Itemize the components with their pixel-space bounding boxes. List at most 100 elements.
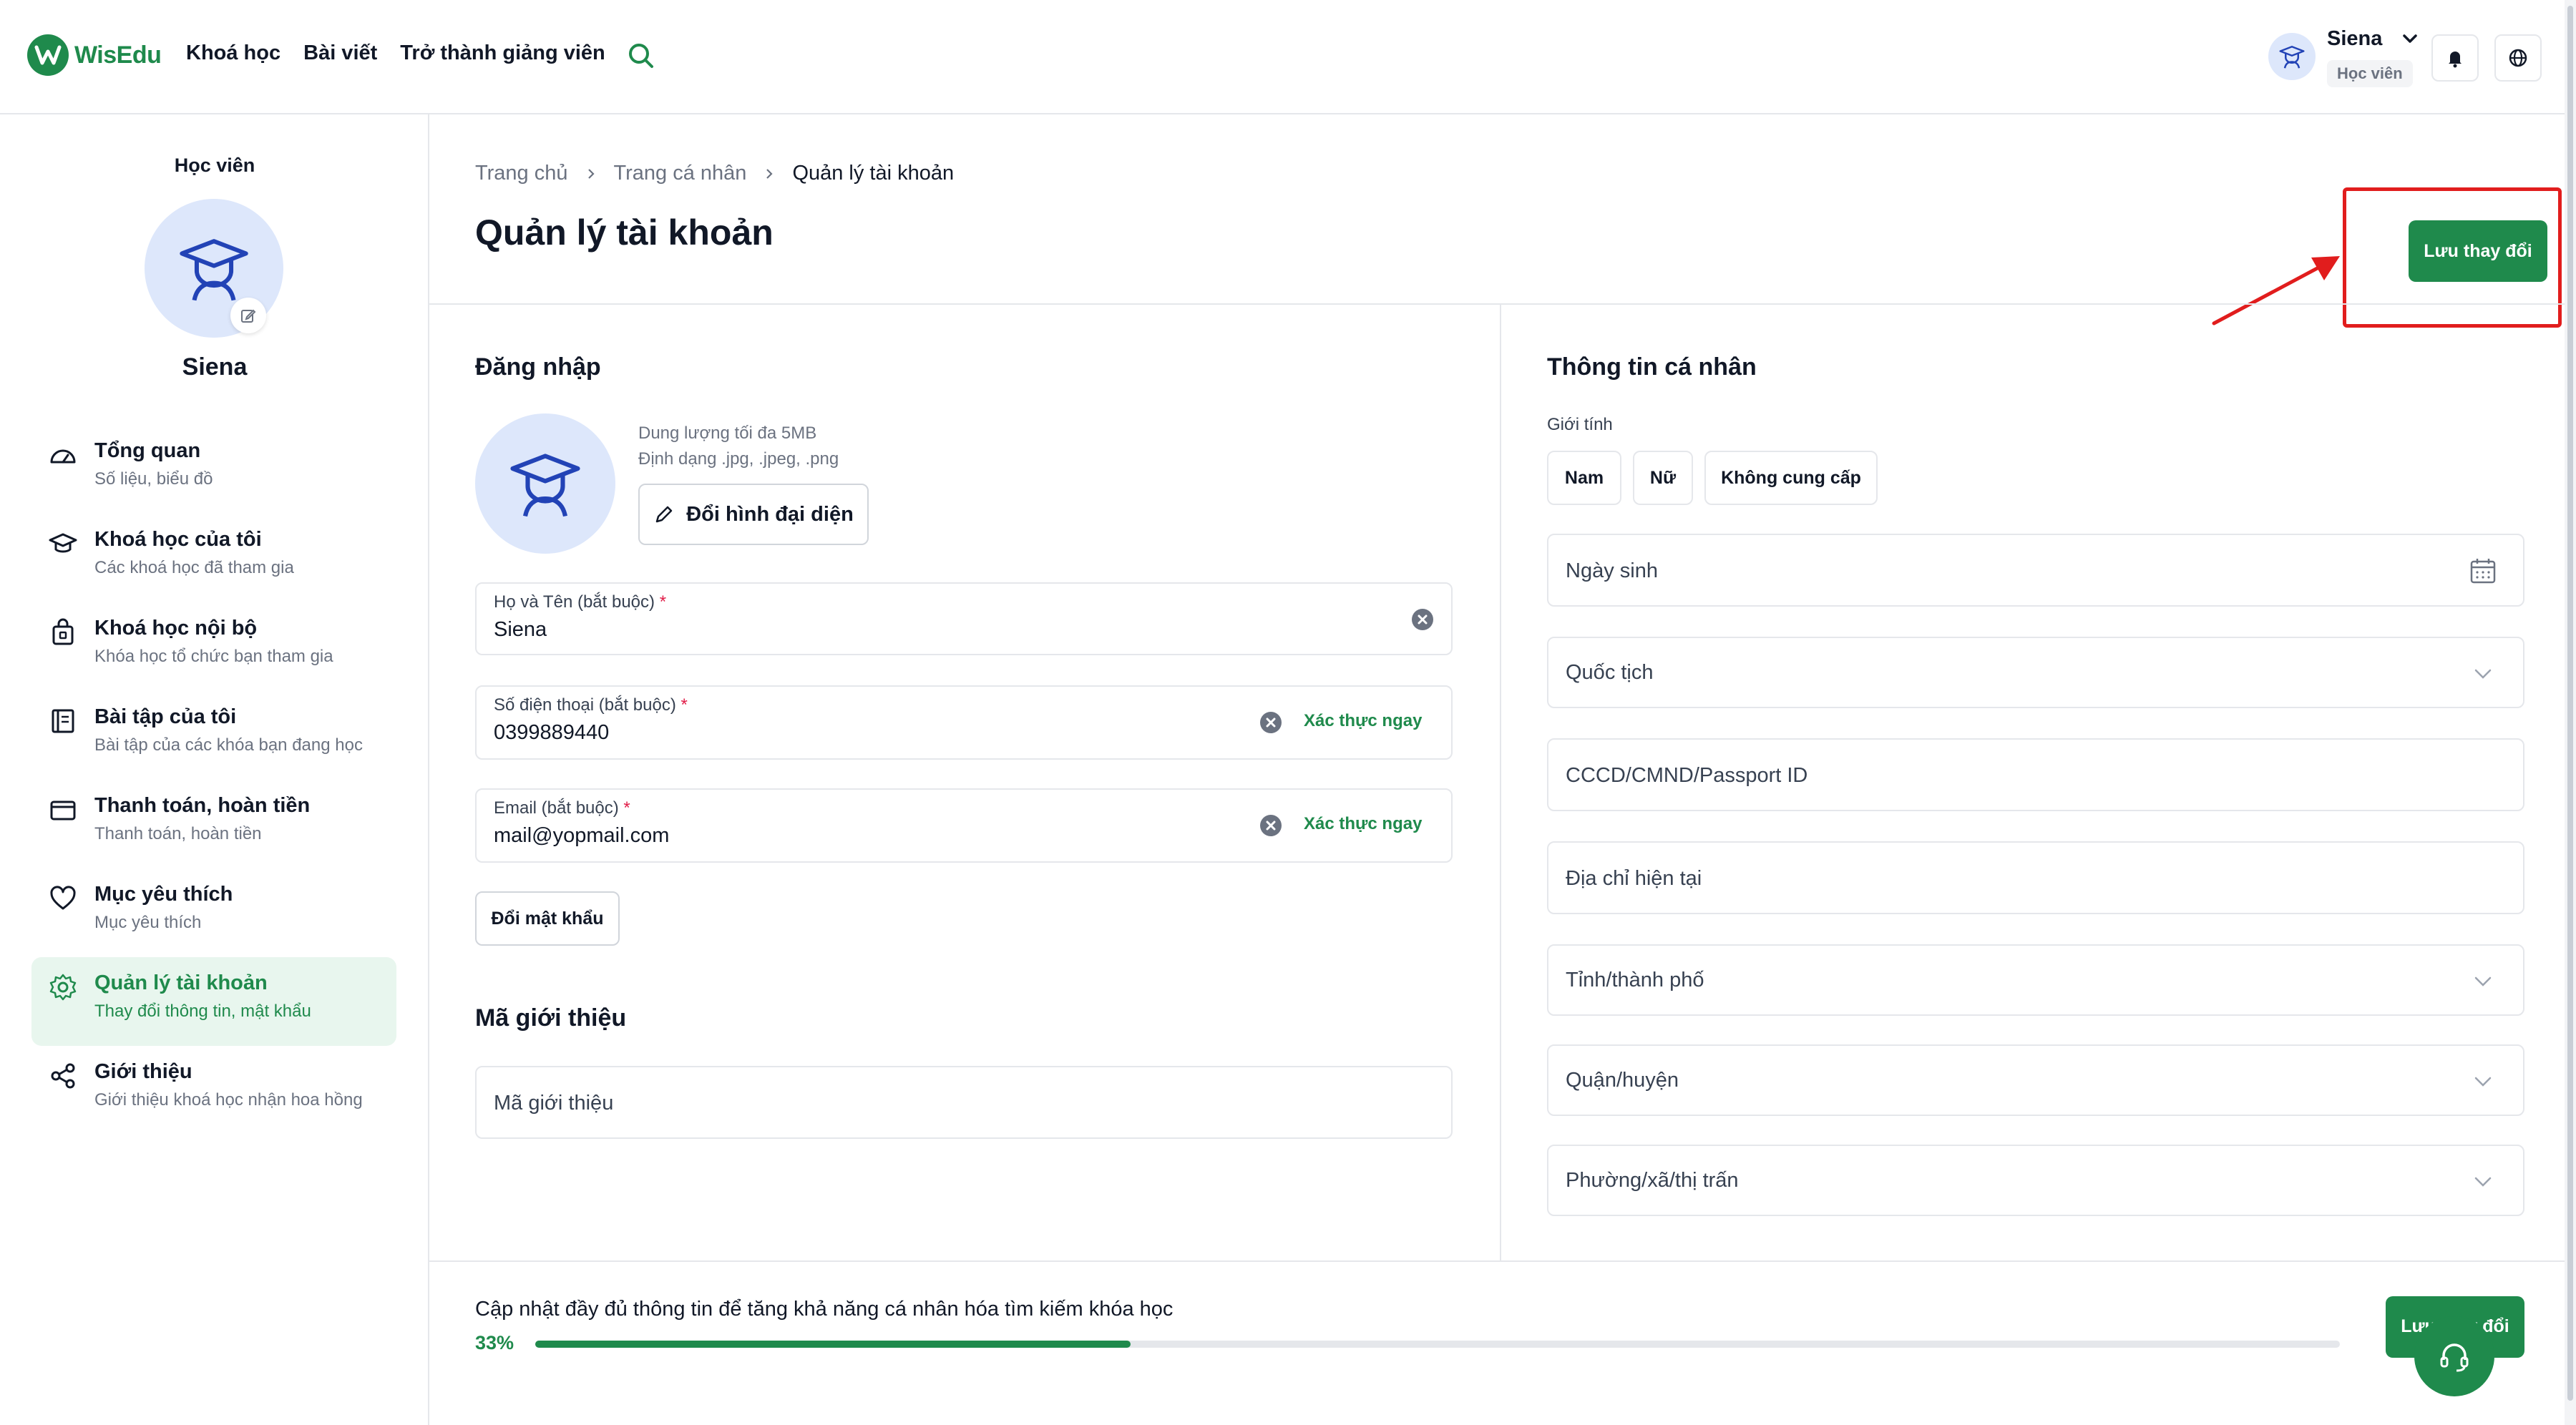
user-name[interactable]: Siena (2327, 27, 2382, 51)
breadcrumb-current: Quản lý tài khoản (792, 162, 955, 185)
chevron-right-icon (766, 168, 773, 179)
sidebar-item-title: Giới thiệu (94, 1060, 192, 1083)
sidebar-item-title: Mục yêu thích (94, 883, 233, 906)
user-role-badge: Học viên (2327, 60, 2413, 87)
email-value: mail@yopmail.com (494, 824, 670, 847)
change-password-button[interactable]: Đổi mật khẩu (475, 891, 620, 946)
clear-icon[interactable] (1259, 814, 1282, 837)
sidebar-item-title: Quản lý tài khoản (94, 971, 268, 994)
dashboard-icon (50, 449, 76, 464)
lock-bag-icon (52, 618, 74, 645)
district-placeholder: Quận/huyện (1566, 1069, 1679, 1092)
verify-phone-link[interactable]: Xác thực ngay (1304, 711, 1422, 731)
wallet-icon (50, 800, 76, 821)
sidebar-item-title: Bài tập của tôi (94, 705, 237, 728)
page-title: Quản lý tài khoản (475, 212, 774, 253)
breadcrumb: Trang chủ Trang cá nhân Quản lý tài khoả… (475, 162, 954, 185)
nav-courses[interactable]: Khoá học (186, 41, 280, 65)
bell-icon (2449, 52, 2462, 68)
change-avatar-label: Đổi hình đại diện (686, 502, 854, 526)
top-nav: Khoá học Bài viết Trở thành giảng viên (186, 41, 605, 65)
sidebar-item-my-assignments[interactable]: Bài tập của tôi Bài tập của các khóa bạn… (31, 691, 396, 780)
upload-size-hint: Dung lượng tối đa 5MB (638, 423, 817, 443)
sidebar: Học viên Siena Tổng quan Số liệu, biểu đ… (0, 114, 429, 1425)
sidebar-item-internal-courses[interactable]: Khoá học nội bộ Khóa học tổ chức bạn tha… (31, 602, 396, 691)
email-field[interactable]: Email (bắt buộc) * mail@yopmail.com Xác … (475, 788, 1453, 863)
ward-select[interactable]: Phường/xã/thị trấn (1547, 1145, 2524, 1216)
user-avatar[interactable] (2268, 33, 2316, 80)
sidebar-item-referral[interactable]: Giới thiệu Giới thiệu khoá học nhận hoa … (31, 1046, 396, 1135)
progress-fill (535, 1341, 1131, 1348)
headset-icon (2440, 1343, 2469, 1372)
calendar-icon[interactable] (2469, 557, 2497, 585)
support-chat-button[interactable] (2414, 1316, 2494, 1396)
clear-icon[interactable] (1259, 711, 1282, 734)
nav-articles[interactable]: Bài viết (303, 41, 377, 65)
address-input[interactable]: Địa chỉ hiện tại (1547, 841, 2524, 914)
id-number-placeholder: CCCD/CMND/Passport ID (1566, 764, 1808, 787)
sidebar-item-title: Khoá học của tôi (94, 528, 262, 551)
brand-logo[interactable]: WisEdu (27, 34, 162, 76)
nationality-select[interactable]: Quốc tịch (1547, 637, 2524, 708)
search-icon[interactable] (625, 40, 657, 72)
chevron-down-icon (2474, 1177, 2492, 1187)
login-section-title: Đăng nhập (475, 353, 601, 381)
gender-option-male[interactable]: Nam (1547, 451, 1621, 505)
verify-email-link[interactable]: Xác thực ngay (1304, 814, 1422, 834)
share-icon (51, 1063, 75, 1089)
footer-divider (429, 1260, 2576, 1262)
breadcrumb-home[interactable]: Trang chủ (475, 162, 568, 185)
edit-avatar-icon[interactable] (230, 298, 266, 333)
sidebar-item-my-courses[interactable]: Khoá học của tôi Các khoá học đã tham gi… (31, 514, 396, 602)
sidebar-name: Siena (182, 353, 248, 381)
sidebar-item-overview[interactable]: Tổng quan Số liệu, biểu đồ (31, 425, 396, 514)
brand-name: WisEdu (74, 41, 162, 69)
graduation-cap-icon (49, 533, 77, 553)
chevron-down-icon[interactable] (2400, 29, 2420, 49)
gender-label: Giới tính (1547, 415, 1613, 434)
notebook-icon (52, 709, 74, 733)
district-select[interactable]: Quận/huyện (1547, 1044, 2524, 1116)
province-placeholder: Tỉnh/thành phố (1566, 969, 1704, 991)
gender-option-female[interactable]: Nữ (1633, 451, 1693, 505)
clear-icon[interactable] (1411, 608, 1434, 631)
nav-become-instructor[interactable]: Trở thành giảng viên (400, 41, 605, 65)
sidebar-item-subtitle: Số liệu, biểu đồ (94, 469, 213, 489)
breadcrumb-profile[interactable]: Trang cá nhân (614, 162, 747, 185)
change-avatar-button[interactable]: Đổi hình đại diện (638, 484, 869, 545)
language-button[interactable] (2494, 34, 2542, 82)
referral-section-title: Mã giới thiệu (475, 1004, 627, 1032)
pencil-icon (655, 506, 673, 523)
progress-percent: 33% (475, 1332, 514, 1353)
sidebar-item-subtitle: Khóa học tổ chức bạn tham gia (94, 647, 333, 666)
ward-placeholder: Phường/xã/thị trấn (1566, 1169, 1739, 1192)
sidebar-item-subtitle: Các khoá học đã tham gia (94, 558, 294, 577)
student-icon (180, 239, 248, 301)
notification-button[interactable] (2431, 34, 2479, 82)
address-placeholder: Địa chỉ hiện tại (1566, 867, 1702, 890)
globe-icon (2509, 49, 2527, 67)
annotation-arrow (2212, 256, 2340, 325)
student-icon (510, 454, 580, 517)
sidebar-item-title: Tổng quan (94, 439, 201, 462)
sidebar-item-payments[interactable]: Thanh toán, hoàn tiền Thanh toán, hoàn t… (31, 780, 396, 868)
chevron-right-icon (587, 168, 595, 179)
sidebar-item-subtitle: Thay đổi thông tin, mật khẩu (94, 1002, 311, 1021)
sidebar-item-subtitle: Thanh toán, hoàn tiền (94, 824, 262, 843)
province-select[interactable]: Tỉnh/thành phố (1547, 944, 2524, 1016)
upload-format-hint: Định dạng .jpg, .jpeg, .png (638, 449, 839, 469)
progress-message: Cập nhật đầy đủ thông tin để tăng khả nă… (475, 1298, 1174, 1321)
referral-code-input[interactable]: Mã giới thiệu (475, 1066, 1453, 1139)
sidebar-item-account-settings[interactable]: Quản lý tài khoản Thay đổi thông tin, mậ… (31, 957, 396, 1046)
heart-icon (50, 886, 76, 910)
phone-field[interactable]: Số điện thoại (bắt buộc) * 0399889440 Xá… (475, 685, 1453, 760)
birthday-input[interactable]: Ngày sinh (1547, 534, 2524, 607)
full-name-value: Siena (494, 618, 547, 641)
gender-option-unspecified[interactable]: Không cung cấp (1704, 451, 1878, 505)
scrollbar-thumb[interactable] (2567, 6, 2573, 1401)
sidebar-item-favorites[interactable]: Mục yêu thích Mục yêu thích (31, 868, 396, 957)
id-number-input[interactable]: CCCD/CMND/Passport ID (1547, 738, 2524, 811)
logo-icon (27, 34, 69, 76)
profile-avatar (475, 413, 615, 554)
full-name-field[interactable]: Họ và Tên (bắt buộc) * Siena (475, 582, 1453, 655)
